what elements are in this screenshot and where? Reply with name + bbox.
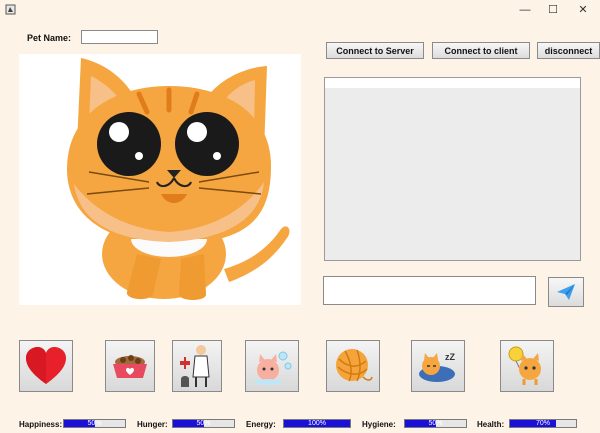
energy-value: 100% bbox=[308, 420, 326, 427]
play-icon bbox=[508, 346, 541, 385]
paper-plane-icon bbox=[557, 284, 575, 300]
chat-log-header bbox=[325, 78, 580, 88]
svg-text:zZ: zZ bbox=[445, 352, 456, 362]
heart-icon bbox=[26, 347, 66, 384]
minimize-button[interactable]: — bbox=[510, 2, 540, 18]
happiness-label: Happiness: bbox=[19, 420, 63, 429]
connect-server-button[interactable]: Connect to Server bbox=[326, 42, 424, 59]
hygiene-bar: 50% bbox=[404, 419, 467, 428]
sleep-button[interactable]: zZ bbox=[411, 340, 465, 392]
sleep-icon: zZ bbox=[419, 352, 456, 382]
title-bar: — ☐ ✕ bbox=[0, 0, 600, 20]
connect-client-button[interactable]: Connect to client bbox=[432, 42, 530, 59]
pet-name-label: Pet Name: bbox=[27, 33, 72, 43]
disconnect-button[interactable]: disconnect bbox=[537, 42, 600, 59]
happiness-value: 50% bbox=[87, 420, 102, 427]
java-app-icon bbox=[5, 4, 16, 15]
energy-label: Energy: bbox=[246, 420, 276, 429]
feed-button[interactable] bbox=[105, 340, 155, 392]
health-label: Health: bbox=[477, 420, 505, 429]
hygiene-label: Hygiene: bbox=[362, 420, 396, 429]
happiness-bar: 50% bbox=[63, 419, 126, 428]
bath-button[interactable] bbox=[245, 340, 299, 392]
chat-log[interactable] bbox=[324, 77, 581, 261]
pet-image bbox=[19, 54, 301, 305]
maximize-button[interactable]: ☐ bbox=[538, 2, 568, 18]
message-input[interactable] bbox=[323, 276, 536, 305]
bath-icon bbox=[254, 351, 292, 385]
hygiene-value: 50% bbox=[428, 420, 443, 427]
food-bowl-icon bbox=[113, 355, 147, 378]
vet-icon bbox=[180, 345, 210, 387]
yarn-ball-icon bbox=[336, 349, 373, 382]
pet-name-input[interactable] bbox=[81, 30, 158, 44]
play-yarn-button[interactable] bbox=[326, 340, 380, 392]
play-balloon-button[interactable] bbox=[500, 340, 554, 392]
health-value: 70% bbox=[535, 420, 550, 427]
vet-button[interactable] bbox=[172, 340, 222, 392]
cat-illustration bbox=[67, 58, 290, 300]
hunger-label: Hunger: bbox=[137, 420, 168, 429]
energy-bar: 100% bbox=[283, 419, 351, 428]
love-button[interactable] bbox=[19, 340, 73, 392]
close-button[interactable]: ✕ bbox=[568, 2, 598, 18]
hunger-value: 50% bbox=[196, 420, 211, 427]
hunger-bar: 50% bbox=[172, 419, 235, 428]
health-bar: 70% bbox=[509, 419, 577, 428]
send-button[interactable] bbox=[548, 277, 584, 307]
